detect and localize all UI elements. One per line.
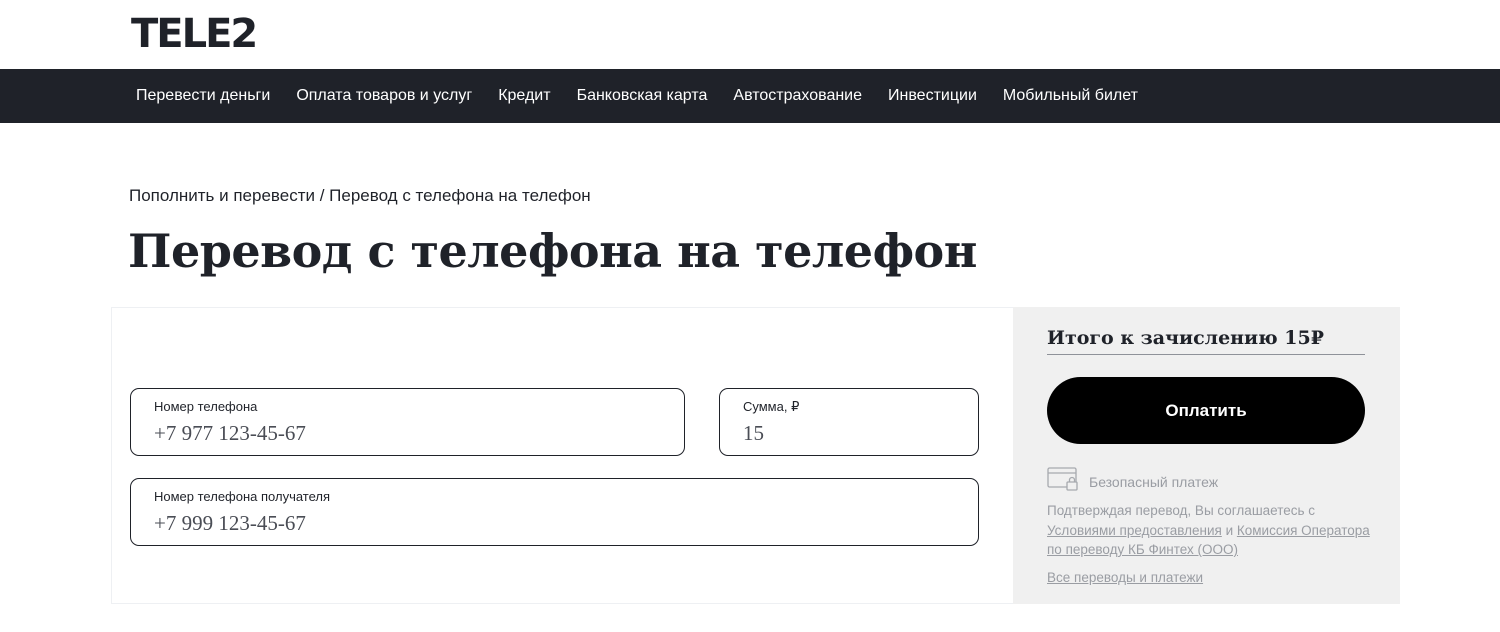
amount-input[interactable] xyxy=(743,421,963,446)
pay-button[interactable]: Оплатить xyxy=(1047,377,1365,444)
recipient-phone-field[interactable]: Номер телефона получателя xyxy=(130,478,979,546)
page-title: Перевод с телефона на телефон xyxy=(128,224,977,278)
nav-item-credit[interactable]: Кредит xyxy=(498,87,550,105)
card-lock-icon xyxy=(1047,467,1079,496)
total-amount: Итого к зачислению 15₽ xyxy=(1047,327,1365,355)
breadcrumb: Пополнить и перевести / Перевод с телефо… xyxy=(129,186,591,206)
phone-label: Номер телефона xyxy=(154,399,258,414)
terms-conditions-link[interactable]: Условиями предоставления xyxy=(1047,523,1222,538)
amount-label: Сумма, ₽ xyxy=(743,399,800,414)
secure-payment: Безопасный платеж xyxy=(1047,467,1218,496)
nav-item-investments[interactable]: Инвестиции xyxy=(888,87,977,105)
breadcrumb-parent-link[interactable]: Пополнить и перевести xyxy=(129,186,315,205)
recipient-phone-label: Номер телефона получателя xyxy=(154,489,331,504)
recipient-phone-input[interactable] xyxy=(154,511,874,536)
amount-field[interactable]: Сумма, ₽ xyxy=(719,388,979,456)
nav-item-payment[interactable]: Оплата товаров и услуг xyxy=(296,87,472,105)
terms-prefix: Подтверждая перевод, Вы соглашаетесь с xyxy=(1047,503,1316,518)
tele2-logo[interactable]: TELE2 xyxy=(131,11,258,57)
nav-item-transfer[interactable]: Перевести деньги xyxy=(136,87,270,105)
phone-field[interactable]: Номер телефона xyxy=(130,388,685,456)
phone-input[interactable] xyxy=(154,421,625,446)
breadcrumb-separator: / xyxy=(315,186,330,205)
secure-payment-text: Безопасный платеж xyxy=(1089,473,1219,490)
terms-text: Подтверждая перевод, Вы соглашаетесь с У… xyxy=(1047,501,1377,560)
logo-text: TELE xyxy=(131,11,232,57)
nav-item-mobile-ticket[interactable]: Мобильный билет xyxy=(1003,87,1138,105)
all-payments-link[interactable]: Все переводы и платежи xyxy=(1047,570,1203,585)
logo-number: 2 xyxy=(230,11,258,57)
nav-item-auto-insurance[interactable]: Автострахование xyxy=(733,87,862,105)
nav-items: Перевести деньги Оплата товаров и услуг … xyxy=(136,69,1138,123)
terms-and: и xyxy=(1221,522,1237,538)
transfer-form-card: Номер телефона Сумма, ₽ Номер телефона п… xyxy=(111,307,1013,604)
breadcrumb-current: Перевод с телефона на телефон xyxy=(329,186,591,205)
nav-item-bank-card[interactable]: Банковская карта xyxy=(577,87,708,105)
main-nav: Перевести деньги Оплата товаров и услуг … xyxy=(0,69,1500,123)
